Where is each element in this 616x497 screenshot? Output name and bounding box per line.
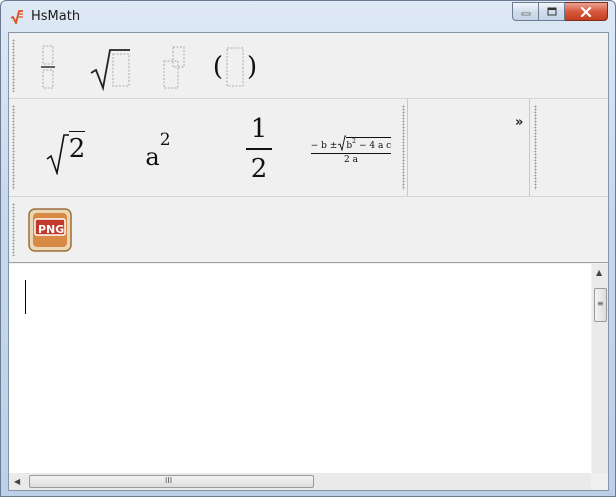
power-template-button[interactable] <box>157 39 191 95</box>
toolbar-grip[interactable] <box>12 203 15 256</box>
vertical-scrollbar[interactable]: ▲ ≡ <box>591 264 608 473</box>
toolbar-grip[interactable] <box>12 105 15 190</box>
toolbar-grip[interactable] <box>402 105 405 190</box>
caption-buttons <box>512 2 608 22</box>
toolbar-separator <box>529 99 530 196</box>
window-title: HsMath <box>31 9 81 24</box>
quadratic-radicand-rest: − 4 a c <box>358 141 392 151</box>
sqrt2-example-button[interactable]: 2 <box>35 119 95 181</box>
fraction-bar <box>246 148 272 150</box>
app-window: HsMath () 2 a 2 1 2 − b ± b 2 − 4 a c 2… <box>0 0 616 497</box>
sqrt-symbol-icon <box>338 135 347 151</box>
maximize-button[interactable] <box>539 2 565 21</box>
png-label: PNG <box>38 223 65 236</box>
paren-open: ( <box>212 52 223 82</box>
scroll-left-icon[interactable]: ◀ <box>14 477 20 486</box>
toolbar-grip[interactable] <box>534 105 537 190</box>
close-icon <box>580 6 592 17</box>
formula-editor[interactable] <box>9 264 608 490</box>
fraction-denominator: 2 <box>250 153 268 184</box>
power-template-icon <box>163 46 185 89</box>
quadratic-prefix: − b ± <box>310 141 338 151</box>
quadratic-radicand-exp: 2 <box>352 138 356 145</box>
power-base: a <box>145 143 160 171</box>
toolbar-overflow-button[interactable]: » <box>515 115 523 130</box>
quadratic-denominator: 2 a <box>344 155 358 165</box>
scrollbar-corner <box>591 473 608 490</box>
title-bar[interactable]: HsMath <box>1 1 615 33</box>
text-caret <box>25 280 26 314</box>
vertical-scroll-thumb[interactable]: ≡ <box>594 288 607 322</box>
power-example-button[interactable]: a 2 <box>133 119 183 181</box>
minimize-icon <box>521 12 530 15</box>
scroll-up-icon[interactable]: ▲ <box>596 268 602 277</box>
toolbar-grip[interactable] <box>12 39 15 92</box>
close-button[interactable] <box>565 2 608 21</box>
sqrt-app-icon <box>10 10 23 24</box>
maximize-icon <box>547 7 556 16</box>
paren-close: ) <box>247 52 258 82</box>
parentheses-template-button[interactable]: ( ) <box>207 39 263 95</box>
quadratic-radicand: b 2 − 4 a c <box>346 137 392 151</box>
sqrt-template-icon <box>90 49 130 91</box>
examples-toolbar: 2 a 2 1 2 − b ± b 2 − 4 a c 2 a » <box>9 99 608 197</box>
fraction-example-button[interactable]: 1 2 <box>231 107 287 191</box>
parentheses-template-icon <box>226 47 244 87</box>
client-area: ( ) 2 a 2 1 2 − b ± b 2 − 4 a c 2 a » PN… <box>8 32 609 491</box>
power-exponent: 2 <box>159 130 171 150</box>
quadratic-numerator: − b ± b 2 − 4 a c <box>310 135 392 151</box>
sqrt-template-button[interactable] <box>85 39 135 95</box>
sqrt2-radicand: 2 <box>68 130 86 164</box>
horizontal-scrollbar[interactable]: ◀ III <box>9 473 591 490</box>
fraction-template-icon <box>41 45 55 89</box>
horizontal-scroll-thumb[interactable]: III <box>29 475 314 488</box>
sqrt-symbol-icon <box>46 134 69 175</box>
fraction-template-button[interactable] <box>31 39 65 95</box>
vscroll-grip: ≡ <box>597 299 604 308</box>
toolbar-separator <box>407 99 408 196</box>
quadratic-example-button[interactable]: − b ± b 2 − 4 a c 2 a <box>303 121 399 179</box>
export-toolbar: PNG <box>9 197 608 263</box>
fraction-numerator: 1 <box>250 114 268 145</box>
hscroll-grip: III <box>165 476 173 485</box>
quadratic-fraction-bar <box>311 153 391 154</box>
minimize-button[interactable] <box>512 2 539 21</box>
export-png-button[interactable]: PNG <box>25 205 75 255</box>
template-toolbar: ( ) <box>9 33 608 99</box>
